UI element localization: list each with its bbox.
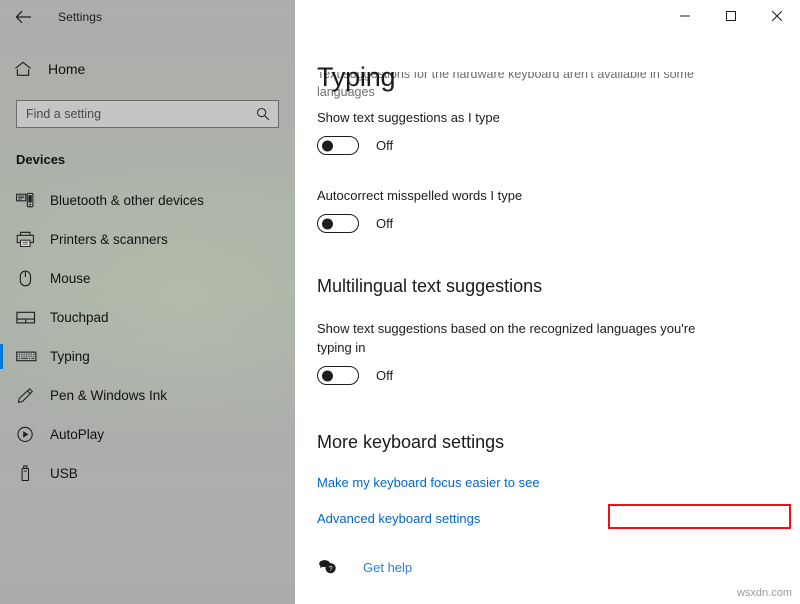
touchpad-icon bbox=[16, 309, 46, 326]
sidebar-item-pen-windows-ink[interactable]: Pen & Windows Ink bbox=[0, 376, 295, 415]
multilingual-toggle[interactable] bbox=[317, 366, 359, 385]
settings-scroll-body: Show text suggestions as I type Off Auto… bbox=[295, 108, 800, 604]
sidebar-item-autoplay[interactable]: AutoPlay bbox=[0, 415, 295, 454]
watermark: wsxdn.com bbox=[736, 587, 792, 599]
settings-window: Settings Home Devic bbox=[0, 0, 800, 604]
usb-icon bbox=[16, 465, 46, 482]
window-controls bbox=[662, 0, 800, 32]
keyboard-icon bbox=[16, 349, 46, 364]
printer-icon bbox=[16, 231, 46, 248]
link-advanced-keyboard-settings[interactable]: Advanced keyboard settings bbox=[317, 511, 480, 526]
sidebar-item-mouse[interactable]: Mouse bbox=[0, 259, 295, 298]
sidebar-item-touchpad[interactable]: Touchpad bbox=[0, 298, 295, 337]
sidebar-item-label: Touchpad bbox=[50, 310, 109, 325]
show-text-suggestions-row: Off bbox=[317, 136, 800, 155]
svg-text:?: ? bbox=[329, 564, 333, 573]
search-container bbox=[16, 100, 279, 128]
multilingual-row: Off bbox=[317, 366, 800, 385]
sidebar: Settings Home Devic bbox=[0, 0, 295, 604]
toggle-knob bbox=[322, 218, 333, 229]
show-text-suggestions-label: Show text suggestions as I type bbox=[317, 110, 500, 125]
sidebar-category-heading: Devices bbox=[16, 152, 66, 167]
show-text-suggestions-toggle[interactable] bbox=[317, 136, 359, 155]
get-help-row[interactable]: ? Get help bbox=[317, 558, 412, 576]
sidebar-titlebar: Settings bbox=[0, 0, 295, 34]
sidebar-item-home[interactable]: Home bbox=[0, 52, 295, 86]
sidebar-item-typing[interactable]: Typing bbox=[0, 337, 295, 376]
get-help-link[interactable]: Get help bbox=[363, 560, 412, 575]
sidebar-item-label: AutoPlay bbox=[50, 427, 105, 442]
sidebar-item-label: USB bbox=[50, 466, 78, 481]
sidebar-item-label: Printers & scanners bbox=[50, 232, 168, 247]
more-keyboard-settings-heading: More keyboard settings bbox=[317, 432, 505, 452]
search-box[interactable] bbox=[16, 100, 279, 128]
home-icon bbox=[14, 61, 44, 77]
autocorrect-toggle[interactable] bbox=[317, 214, 359, 233]
toggle-knob bbox=[322, 140, 333, 151]
sidebar-nav-list: Bluetooth & other devices Printers & sca… bbox=[0, 181, 295, 493]
link-keyboard-focus-easier-to-see[interactable]: Make my keyboard focus easier to see bbox=[317, 475, 540, 490]
autocorrect-state: Off bbox=[376, 216, 394, 231]
sidebar-item-label: Pen & Windows Ink bbox=[50, 388, 168, 403]
app-title: Settings bbox=[58, 10, 103, 24]
bluetooth-devices-icon bbox=[16, 192, 46, 209]
search-input[interactable] bbox=[17, 101, 250, 127]
autocorrect-row: Off bbox=[317, 214, 800, 233]
maximize-button[interactable] bbox=[708, 0, 754, 32]
back-arrow-icon[interactable] bbox=[2, 1, 44, 33]
sidebar-item-home-label: Home bbox=[48, 61, 86, 77]
multilingual-heading: Multilingual text suggestions bbox=[317, 276, 543, 296]
mouse-icon bbox=[16, 270, 46, 287]
sidebar-item-label: Typing bbox=[50, 349, 90, 364]
multilingual-state: Off bbox=[376, 368, 394, 383]
multilingual-label-line1: Show text suggestions based on the recog… bbox=[317, 321, 696, 336]
sidebar-item-bluetooth-other-devices[interactable]: Bluetooth & other devices bbox=[0, 181, 295, 220]
sidebar-item-usb[interactable]: USB bbox=[0, 454, 295, 493]
autocorrect-label: Autocorrect misspelled words I type bbox=[317, 188, 523, 203]
autoplay-icon bbox=[16, 426, 46, 443]
multilingual-label: Show text suggestions based on the recog… bbox=[317, 319, 717, 357]
show-text-suggestions-state: Off bbox=[376, 138, 394, 153]
toggle-knob bbox=[322, 370, 333, 381]
multilingual-label-line2: typing in bbox=[317, 340, 366, 355]
content-panel: Typing Text suggestions for the hardware… bbox=[295, 0, 800, 604]
pen-icon bbox=[16, 387, 46, 404]
help-bubble-icon: ? bbox=[317, 558, 339, 576]
close-button[interactable] bbox=[754, 0, 800, 32]
sidebar-item-label: Bluetooth & other devices bbox=[50, 193, 204, 208]
sidebar-item-printers-scanners[interactable]: Printers & scanners bbox=[0, 220, 295, 259]
search-icon[interactable] bbox=[250, 101, 276, 127]
sidebar-item-label: Mouse bbox=[50, 271, 91, 286]
minimize-button[interactable] bbox=[662, 0, 708, 32]
page-title: Typing bbox=[317, 62, 396, 93]
